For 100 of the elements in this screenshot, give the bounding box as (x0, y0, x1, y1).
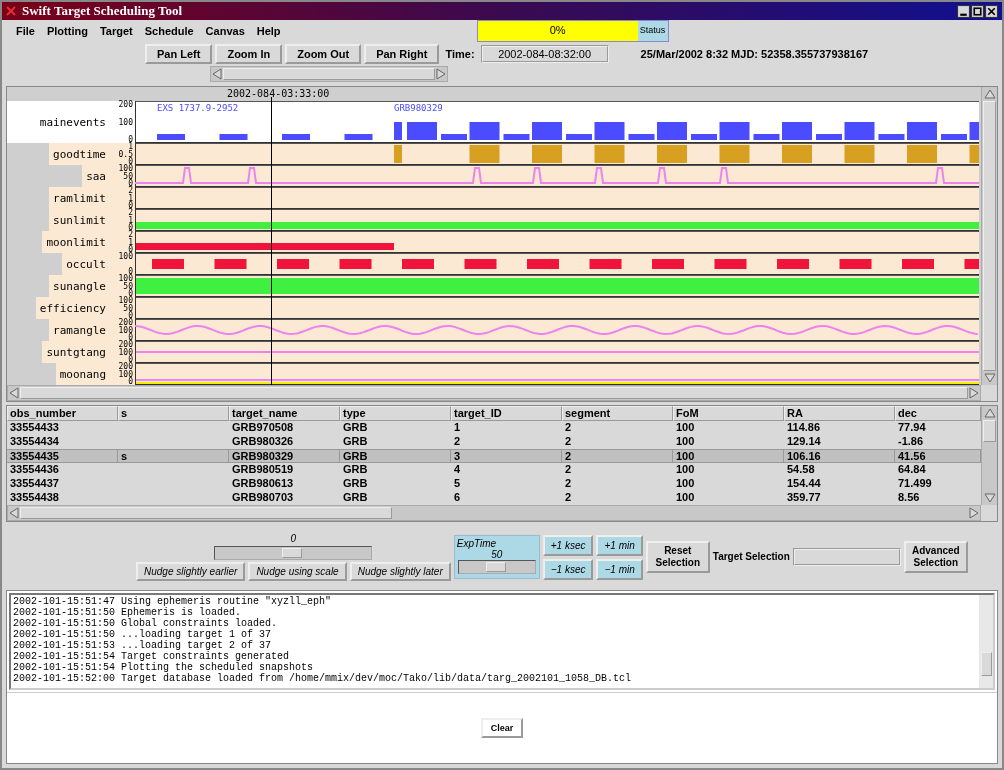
axis-tick-label: 1 (128, 238, 133, 246)
column-header[interactable]: segment (562, 406, 673, 421)
target-selection-field[interactable] (792, 548, 901, 566)
target-selection-label: Target Selection (712, 551, 790, 563)
good-time-block (594, 145, 625, 163)
slider-thumb[interactable] (485, 562, 506, 572)
table-cell: 2 (565, 463, 572, 475)
column-header[interactable]: obs_number (7, 406, 118, 421)
table-cell: 33554433 (10, 421, 59, 433)
close-icon[interactable] (985, 4, 998, 18)
up-arrow-icon[interactable] (983, 407, 996, 419)
track-label: saa (82, 165, 109, 187)
event-bar (157, 134, 185, 140)
event-bar (816, 134, 842, 140)
event-bar (753, 134, 780, 140)
down-arrow-icon[interactable] (983, 492, 996, 504)
nudge-slider[interactable] (214, 546, 373, 560)
toolbar-button[interactable]: Pan Right (364, 44, 440, 64)
horizontal-scrollbar[interactable] (7, 505, 981, 521)
scrollbar-thumb[interactable] (983, 420, 996, 442)
horizontal-scrollbar[interactable] (210, 66, 448, 82)
right-arrow-icon[interactable] (968, 507, 980, 519)
scrollbar-thumb[interactable] (981, 652, 992, 676)
time-field[interactable]: 2002-084-08:32:00 (480, 45, 609, 63)
down-arrow-icon[interactable] (983, 372, 996, 384)
table-cell: 2 (565, 450, 572, 462)
minimize-icon[interactable] (957, 4, 970, 18)
left-arrow-icon[interactable] (8, 387, 20, 399)
track-label: sunlimit (49, 209, 109, 231)
column-header[interactable]: dec (895, 406, 981, 421)
column-header[interactable]: target_name (229, 406, 340, 421)
track-label: ramlimit (49, 187, 109, 209)
up-arrow-icon[interactable] (983, 88, 996, 100)
track-label: efficiency (35, 297, 109, 319)
exptime-label: ExpTime (456, 538, 497, 549)
column-header[interactable]: RA (784, 406, 895, 421)
column-header[interactable]: target_ID (451, 406, 562, 421)
toolbar-button[interactable]: Pan Left (145, 44, 213, 64)
time-step-button[interactable]: +1 min (596, 534, 643, 556)
clear-button[interactable]: Clear (480, 718, 524, 738)
toolbar-button[interactable]: Zoom Out (285, 44, 362, 64)
menu-item[interactable]: Canvas (199, 25, 251, 37)
occultation-block (527, 259, 559, 269)
column-header[interactable]: FoM (673, 406, 784, 421)
event-bar (782, 122, 812, 140)
table-row[interactable]: 33554435 s GRB980329 GRB 3 2 100 106.16 41.56 (7, 449, 981, 463)
table-cell: GRB (343, 477, 368, 489)
occultation-block (339, 259, 372, 269)
table-cell: 1 (454, 421, 461, 433)
axis-tick-label: 0 (128, 290, 133, 297)
table-cell: GRB (343, 435, 368, 447)
table-cell: 33554435 (10, 450, 59, 462)
table-cell: s (121, 450, 128, 462)
nudge-button[interactable]: Nudge using scale (248, 562, 347, 581)
time-step-button[interactable]: +1 ksec (542, 534, 594, 556)
toolbar-button[interactable]: Zoom In (215, 44, 283, 64)
maximize-icon[interactable] (971, 4, 984, 18)
event-bar (907, 122, 937, 140)
reset-selection-button[interactable]: Reset Selection (645, 541, 710, 573)
menu-item[interactable]: Schedule (138, 25, 200, 37)
slider-thumb[interactable] (282, 548, 303, 558)
table-cell: GRB970508 (232, 421, 294, 433)
nudge-button[interactable]: Nudge slightly later (349, 562, 451, 581)
horizontal-scrollbar[interactable] (7, 385, 981, 401)
right-arrow-icon[interactable] (435, 68, 447, 80)
advanced-selection-button[interactable]: Advanced Selection (903, 541, 968, 573)
scrollbar-thumb[interactable] (983, 101, 996, 371)
exptime-slider[interactable] (457, 560, 536, 574)
menu-item[interactable]: Plotting (40, 25, 94, 37)
event-bar (469, 122, 500, 140)
menu-item[interactable]: File (10, 25, 41, 37)
table-cell: 64.84 (898, 463, 926, 475)
left-arrow-icon[interactable] (211, 68, 223, 80)
column-header[interactable]: s (118, 406, 229, 421)
nudge-button[interactable]: Nudge slightly earlier (136, 562, 246, 581)
track-label: sunangle (49, 275, 109, 297)
event-bar (566, 134, 592, 140)
right-arrow-icon[interactable] (968, 387, 980, 399)
occultation-block (652, 259, 684, 269)
axis-tick-label: 200 (118, 341, 133, 348)
event-bar (691, 134, 717, 140)
table-cell: 2 (565, 477, 572, 489)
axis-tick-label: 0 (128, 334, 133, 341)
occultation-block (214, 259, 247, 269)
track-label: moonlimit (42, 231, 109, 253)
axis-tick-label: 1 (128, 143, 133, 150)
event-bar (878, 134, 905, 140)
log-line: 2002-101-15:51:50 Ephemeris is loaded. (13, 607, 242, 618)
menu-item[interactable]: Target (93, 25, 139, 37)
axis-tick-label: 100 (118, 326, 133, 334)
menu-item[interactable]: Help (250, 25, 287, 37)
good-time-block (469, 145, 500, 163)
date-info: 25/Mar/2002 8:32 MJD: 52358.355737938167 (640, 48, 869, 60)
vertical-scrollbar[interactable] (979, 595, 993, 688)
time-step-button[interactable]: −1 min (596, 558, 643, 580)
left-arrow-icon[interactable] (8, 507, 20, 519)
vertical-scrollbar[interactable] (981, 406, 997, 505)
column-header[interactable]: type (340, 406, 451, 421)
vertical-scrollbar[interactable] (981, 87, 997, 385)
time-step-button[interactable]: −1 ksec (542, 558, 594, 580)
